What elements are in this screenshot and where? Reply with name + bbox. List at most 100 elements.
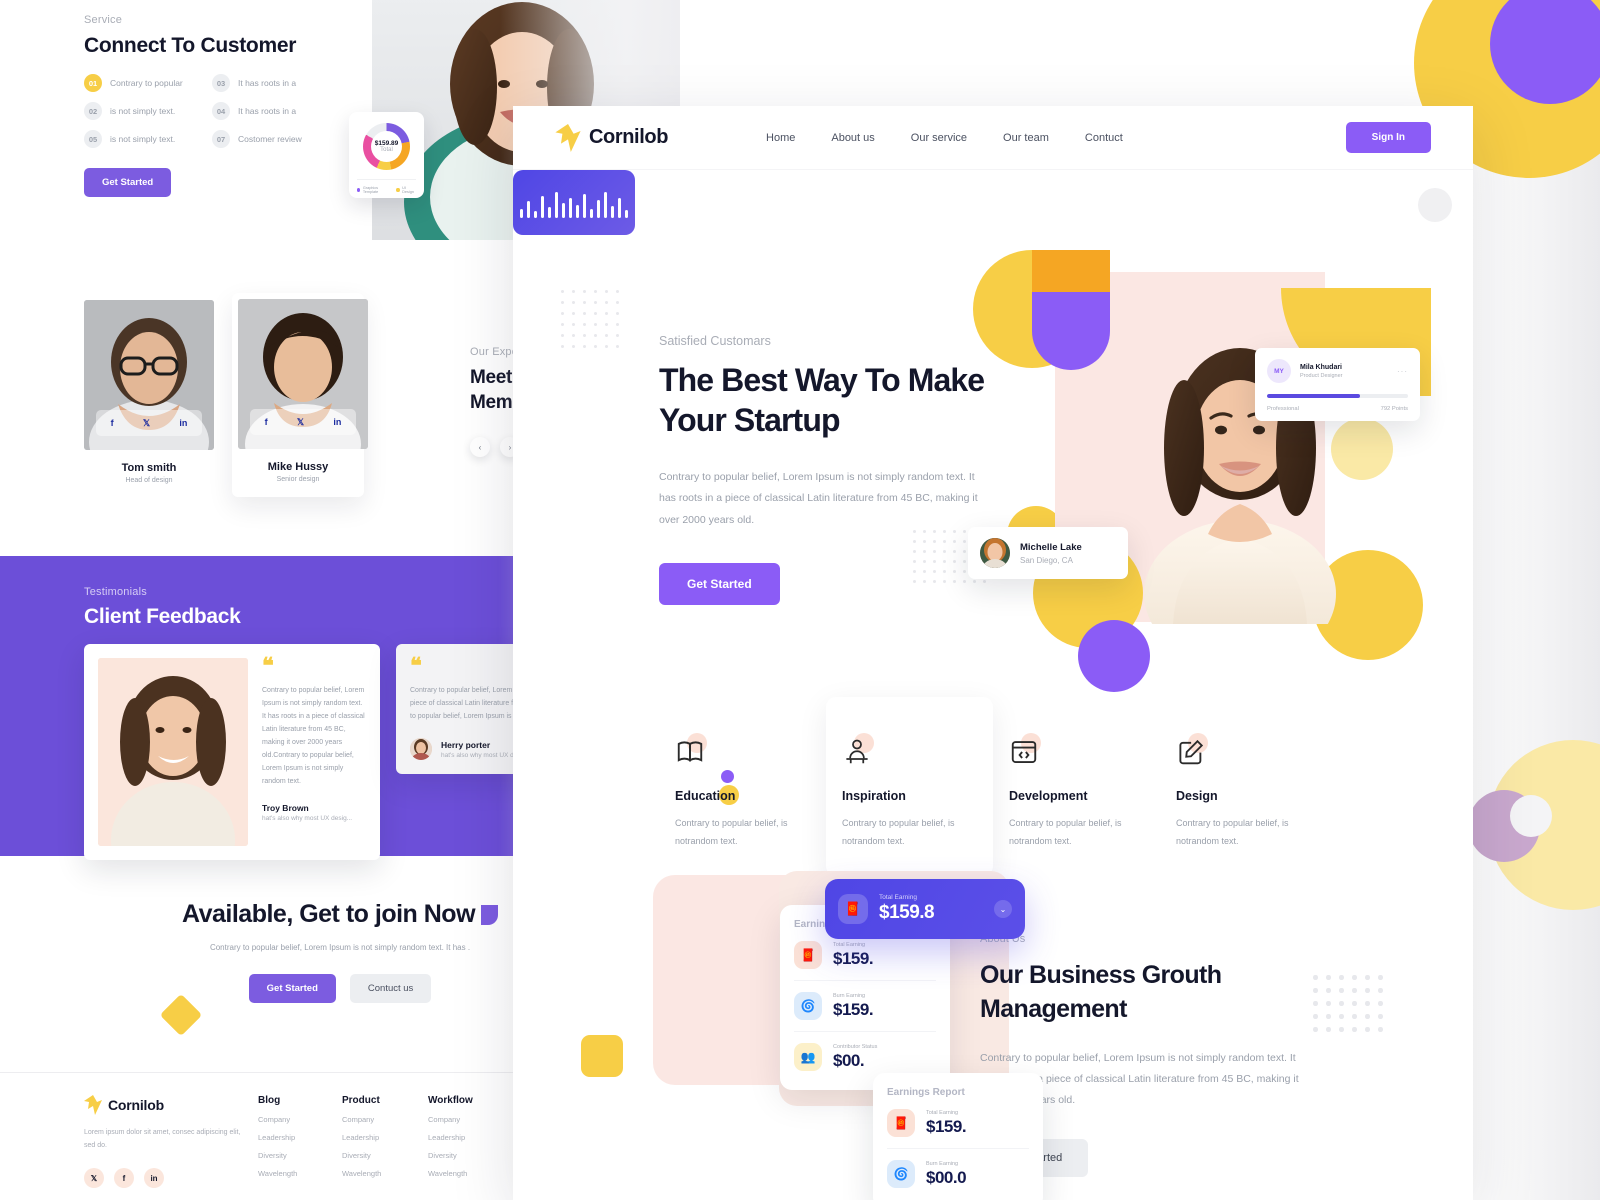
sign-in-button[interactable]: Sign In xyxy=(1345,122,1431,153)
testimonial-avatar xyxy=(410,738,432,761)
service-list-item[interactable]: 01 Contrary to popular xyxy=(84,74,212,92)
service-list-item[interactable]: 02 is not simply text. xyxy=(84,102,212,120)
feature-title: Inspiration xyxy=(842,789,906,803)
nav-link[interactable]: Home xyxy=(766,132,795,144)
more-options-icon[interactable]: ··· xyxy=(1397,367,1408,376)
earnings-row-icon: 🌀 xyxy=(887,1160,915,1188)
footer-link[interactable]: Wavelength xyxy=(428,1169,473,1178)
join-get-started-button[interactable]: Get Started xyxy=(248,974,336,1003)
quote-icon: ❝ xyxy=(262,653,274,678)
footer-social-icon[interactable]: 𝕏 xyxy=(84,1168,104,1189)
join-cta-title-row: Available, Get to join Now xyxy=(182,900,499,929)
footer-link[interactable]: Diversity xyxy=(428,1151,473,1160)
earnings-row-label: Contributor Status xyxy=(833,1043,878,1050)
hero-title: The Best Way To Make Your Startup xyxy=(659,360,1019,441)
decorative-dot xyxy=(1339,975,1344,980)
nav-link[interactable]: Our team xyxy=(1003,132,1049,144)
total-earning-chip[interactable]: 🧧 Total Earning $159.8 ⌄ xyxy=(825,879,1025,939)
chevron-down-icon[interactable]: ⌄ xyxy=(994,900,1012,918)
earnings-row-label: Burn Earning xyxy=(926,1160,959,1167)
features-row: Education Contrary to popular belief, is… xyxy=(659,697,1327,877)
decorative-dot xyxy=(561,323,565,327)
deco-grey-circle-right xyxy=(1510,795,1552,837)
hero-title-line2: Your Startup xyxy=(659,402,841,439)
footer-social-icon[interactable]: in xyxy=(144,1168,164,1189)
mila-progress-meta: Professional 792 Points xyxy=(1267,406,1408,412)
footer-column: Workflow Company Leadership Diversity Wavele… xyxy=(428,1095,473,1178)
decorative-dot xyxy=(561,301,565,305)
feature-card[interactable]: Inspiration Contrary to popular belief, … xyxy=(826,697,993,877)
carousel-prev-icon[interactable]: ‹ xyxy=(470,437,490,458)
social-icon[interactable]: 𝕏 xyxy=(143,418,150,429)
earnings-row-label: Total Earning xyxy=(833,941,866,948)
mila-role: Product Designer xyxy=(1300,372,1343,379)
footer-link[interactable]: Leadership xyxy=(428,1133,473,1142)
footer-link[interactable]: Leadership xyxy=(258,1133,297,1142)
team-card[interactable]: f 𝕏in Mike Hussy Senior design xyxy=(232,293,368,497)
nav-link[interactable]: Contuct xyxy=(1085,132,1123,144)
social-icon[interactable]: 𝕏 xyxy=(297,417,304,428)
donut-legend: Graphics Template UI Design xyxy=(357,179,416,194)
service-item-label: Contrary to popular xyxy=(110,78,183,88)
join-contact-button[interactable]: Contuct us xyxy=(349,974,432,1003)
footer-column-title: Product xyxy=(342,1095,380,1106)
earnings-report-card: Earnings Report 🧧 Total Earning $159. 🌀 Burn… xyxy=(873,1073,1043,1200)
about-title-line1: Our Business Grouth xyxy=(980,961,1222,989)
chart-bar xyxy=(533,211,538,218)
footer-link[interactable]: Company xyxy=(428,1115,473,1124)
donut-value: $159.89 xyxy=(374,140,399,147)
footer-link[interactable]: Wavelength xyxy=(258,1169,297,1178)
footer-link[interactable]: Leadership xyxy=(342,1133,381,1142)
decorative-dot xyxy=(1339,988,1344,993)
social-icon[interactable]: f xyxy=(111,418,114,428)
social-icon[interactable]: in xyxy=(333,417,341,427)
service-get-started-button[interactable]: Get Started xyxy=(84,168,172,197)
service-list-item[interactable]: 05 is not simply text. xyxy=(84,130,212,148)
team-card[interactable]: f 𝕏in Tom smith Head of design xyxy=(84,300,214,484)
chart-bar xyxy=(526,201,531,218)
footer-link[interactable]: Company xyxy=(342,1115,381,1124)
feature-card[interactable]: Development Contrary to popular belief, … xyxy=(993,715,1160,876)
decorative-dot xyxy=(561,334,565,338)
team-photo: f 𝕏in xyxy=(238,299,368,449)
decorative-dot xyxy=(1365,1014,1370,1019)
footer-link[interactable]: Company xyxy=(258,1115,297,1124)
testimonial-author: Troy Brown xyxy=(262,802,309,813)
legend-label: UI Design xyxy=(402,186,414,194)
social-icon[interactable]: f xyxy=(265,417,268,427)
total-earning-value: $159.8 xyxy=(879,902,935,923)
earnings-row-value: $159. xyxy=(926,1116,967,1136)
social-icon[interactable]: in xyxy=(179,418,187,428)
team-social-bar[interactable]: f 𝕏in xyxy=(250,409,356,435)
decorative-dot xyxy=(605,301,609,305)
service-item-number: 07 xyxy=(212,130,230,148)
nav-link[interactable]: About us xyxy=(831,132,874,144)
chart-bar xyxy=(554,192,559,218)
michelle-name: Michelle Lake xyxy=(1020,541,1082,553)
decorative-dot xyxy=(594,345,598,349)
decorative-dot xyxy=(616,334,620,338)
hero-title-line1: The Best Way To Make xyxy=(659,362,985,398)
footer-social-icon[interactable]: f xyxy=(114,1168,134,1189)
nav-link[interactable]: Our service xyxy=(911,132,967,144)
decorative-dot xyxy=(1326,988,1331,993)
footer-link[interactable]: Diversity xyxy=(258,1151,297,1160)
team-social-bar[interactable]: f 𝕏in xyxy=(96,410,202,436)
decorative-dot xyxy=(594,301,598,305)
earnings-row-label: Total Earning xyxy=(926,1109,959,1116)
bar-chart-widget xyxy=(513,170,635,235)
deco-grey-circle-hero xyxy=(1418,188,1452,222)
footer-link[interactable]: Wavelength xyxy=(342,1169,381,1178)
michelle-location: San Diego, CA xyxy=(1020,555,1073,565)
decorative-dot xyxy=(1378,1014,1383,1019)
legend-color-dot xyxy=(396,188,400,192)
logo[interactable]: Cornilob xyxy=(555,123,668,152)
hero-get-started-button[interactable]: Get Started xyxy=(659,563,780,606)
screenshot-stage: Service Connect To Customer 01 Contrary t… xyxy=(0,0,1600,1200)
mila-header: MY Mila Khudari Product Designer ··· xyxy=(1267,359,1408,383)
footer-link[interactable]: Diversity xyxy=(342,1151,381,1160)
feature-card[interactable]: Design Contrary to popular belief, is no… xyxy=(1160,715,1327,876)
feature-card[interactable]: Education Contrary to popular belief, is… xyxy=(659,715,826,876)
book-icon xyxy=(675,733,707,767)
feature-title: Education xyxy=(675,789,736,803)
